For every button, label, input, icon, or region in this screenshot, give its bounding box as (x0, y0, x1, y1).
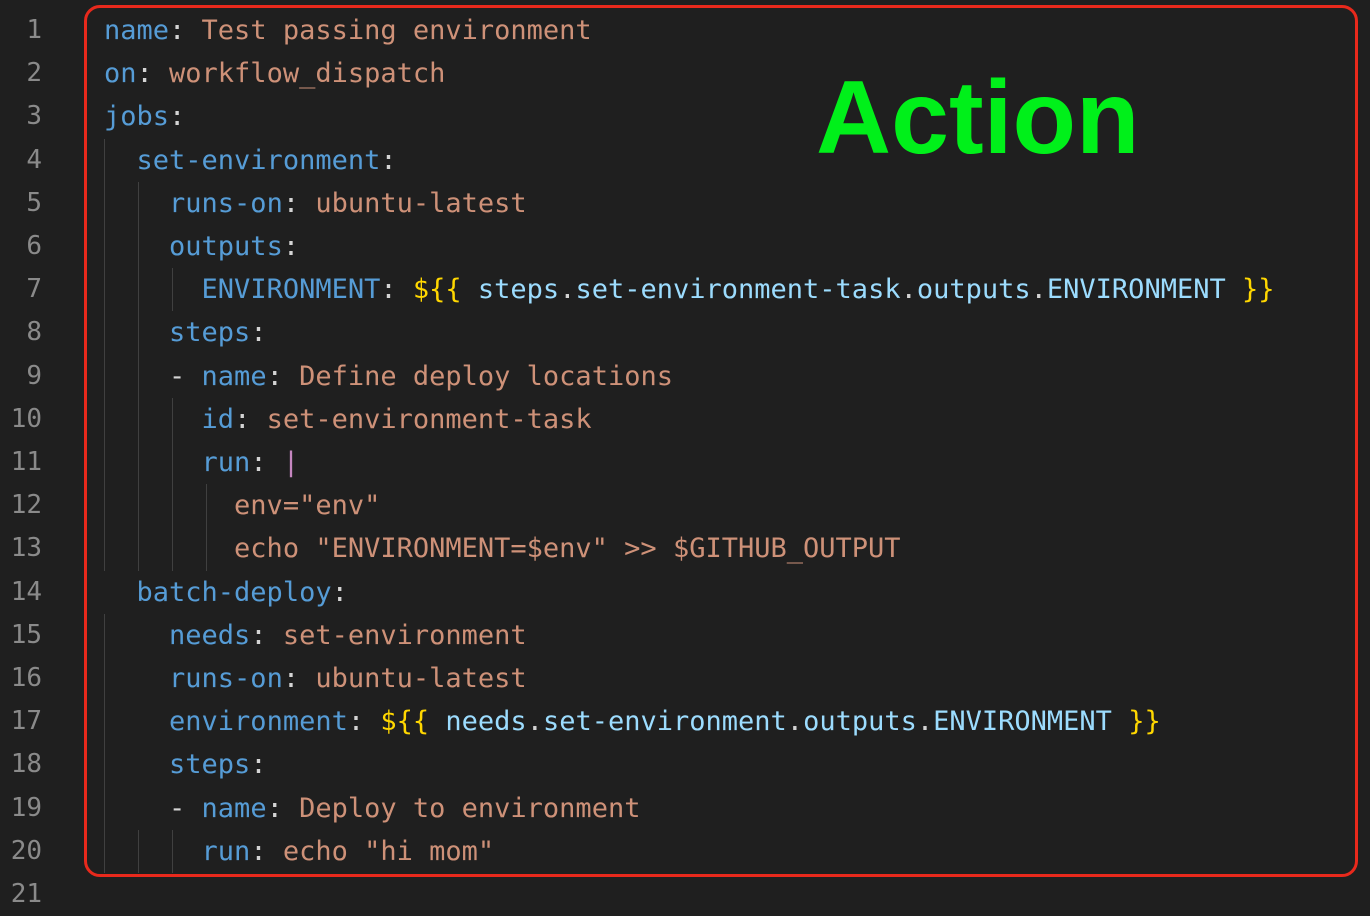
action-annotation-label: Action (816, 60, 1140, 176)
highlight-frame (84, 5, 1358, 877)
code-editor[interactable]: 1 2 3 4 5 6 7 8 9 10 11 12 13 14 15 16 17 18 19 20 21 name: … (0, 0, 1370, 909)
